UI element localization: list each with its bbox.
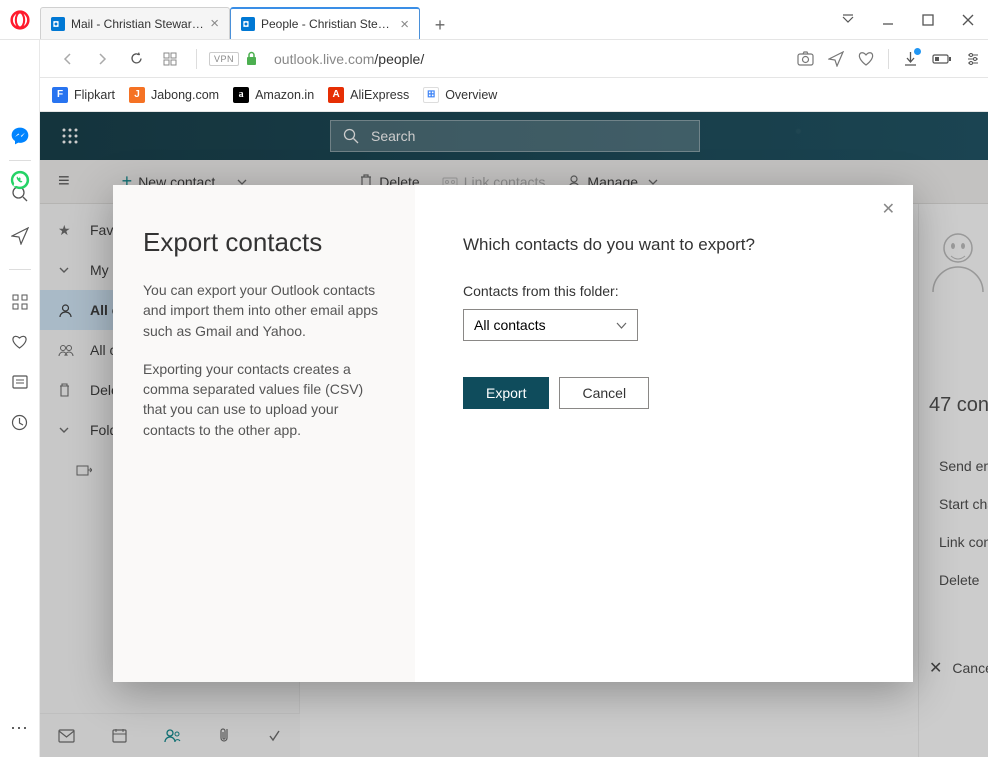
browser-tab-mail[interactable]: Mail - Christian Stewart - O × — [40, 7, 230, 39]
chevron-down-icon — [616, 320, 627, 331]
cancel-button[interactable]: Cancel — [559, 377, 649, 409]
opera-logo[interactable] — [0, 10, 40, 30]
vpn-badge[interactable]: VPN — [209, 52, 239, 66]
bookmark-jabong[interactable]: JJabong.com — [129, 87, 219, 103]
dialog-para: You can export your Outlook contacts and… — [143, 280, 385, 341]
nav-forward[interactable] — [88, 45, 116, 73]
nav-reload[interactable] — [122, 45, 150, 73]
speed-dial-icon[interactable] — [828, 0, 868, 40]
url-input[interactable]: outlook.live.com/people/ — [264, 51, 791, 67]
tab-title: Mail - Christian Stewart - O — [71, 17, 204, 31]
dialog-title: Export contacts — [143, 227, 385, 258]
export-button[interactable]: Export — [463, 377, 549, 409]
lock-icon — [245, 51, 258, 66]
url-path: /people/ — [374, 51, 424, 67]
snapshot-icon[interactable] — [797, 51, 814, 66]
battery-icon[interactable] — [932, 53, 952, 65]
tab-close-icon[interactable]: × — [400, 16, 409, 33]
rail-news-icon[interactable] — [12, 374, 28, 390]
rail-bookmarks-icon[interactable] — [11, 334, 28, 350]
address-bar: VPN outlook.live.com/people/ — [0, 40, 988, 78]
browser-tab-strip: Mail - Christian Stewart - O × People - … — [0, 0, 988, 40]
heart-icon[interactable] — [858, 51, 874, 66]
outlook-icon — [51, 17, 65, 31]
bookmark-aliexpress[interactable]: AAliExpress — [328, 87, 409, 103]
rail-more-icon[interactable]: ⋯ — [10, 718, 29, 739]
send-icon[interactable] — [828, 51, 844, 67]
window-close[interactable] — [948, 0, 988, 40]
bookmark-amazon[interactable]: aAmazon.in — [233, 87, 314, 103]
dialog-info-panel: Export contacts You can export your Outl… — [113, 185, 415, 682]
window-minimize[interactable] — [868, 0, 908, 40]
opera-sidebar: ⋯ — [0, 40, 40, 757]
bookmarks-bar: FFlipkart JJabong.com aAmazon.in AAliExp… — [0, 78, 988, 112]
rail-history-icon[interactable] — [11, 414, 28, 431]
dialog-para: Exporting your contacts creates a comma … — [143, 359, 385, 440]
url-host: outlook.live.com — [274, 51, 374, 67]
speed-dial-icon[interactable] — [156, 45, 184, 73]
export-contacts-dialog: Export contacts You can export your Outl… — [113, 185, 913, 682]
window-maximize[interactable] — [908, 0, 948, 40]
tab-title: People - Christian Stewart — [261, 17, 394, 31]
browser-tab-people[interactable]: People - Christian Stewart × — [230, 7, 420, 39]
outlook-icon — [241, 17, 255, 31]
bookmark-flipkart[interactable]: FFlipkart — [52, 87, 115, 103]
downloads-icon[interactable] — [903, 51, 918, 67]
tab-close-icon[interactable]: × — [210, 15, 219, 32]
messenger-icon[interactable] — [10, 126, 30, 146]
nav-back[interactable] — [54, 45, 82, 73]
dialog-form-panel: ✕ Which contacts do you want to export? … — [415, 185, 913, 682]
folder-dropdown[interactable]: All contacts — [463, 309, 638, 341]
easy-setup-icon[interactable] — [966, 52, 980, 66]
new-tab-button[interactable]: + — [426, 11, 454, 39]
rail-speeddial-icon[interactable] — [12, 294, 28, 310]
dropdown-value: All contacts — [474, 317, 546, 333]
dialog-close-button[interactable]: ✕ — [882, 199, 895, 219]
dialog-question: Which contacts do you want to export? — [463, 235, 865, 255]
bookmark-overview[interactable]: ⊞Overview — [423, 87, 497, 103]
whatsapp-icon[interactable] — [10, 170, 30, 190]
dropdown-label: Contacts from this folder: — [463, 283, 865, 299]
rail-send-icon[interactable] — [11, 227, 29, 245]
